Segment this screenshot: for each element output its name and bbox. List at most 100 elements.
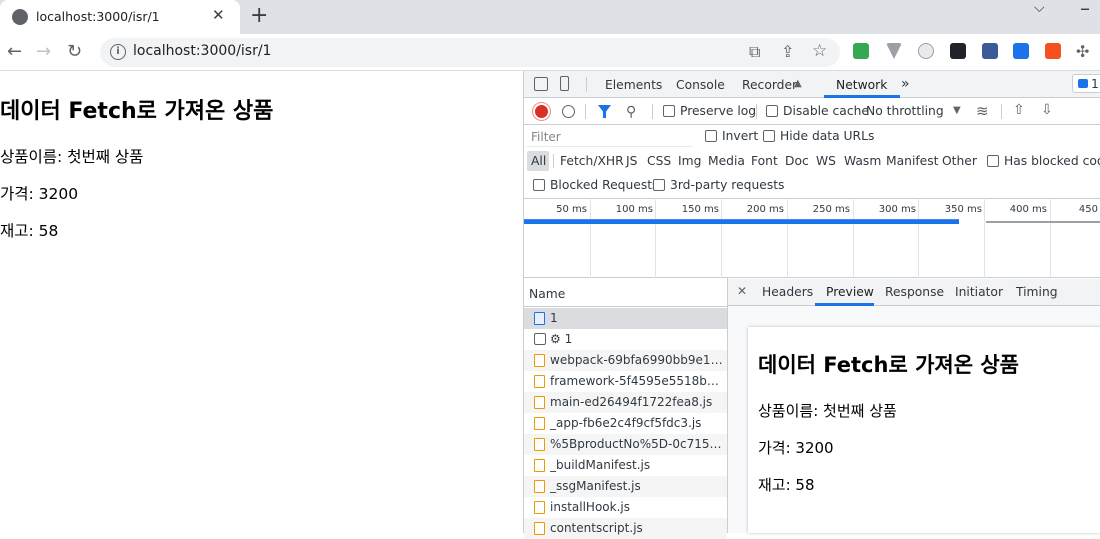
name-header-label: Name <box>529 287 566 301</box>
timeline-tick-label: 350 ms <box>944 204 982 215</box>
type-filter-css[interactable]: CSS <box>647 154 671 168</box>
bookmark-star-icon[interactable]: ☆ <box>812 41 827 61</box>
share-icon[interactable]: ⇪ <box>781 42 794 61</box>
new-tab-button[interactable]: + <box>250 3 268 28</box>
type-filter-doc[interactable]: Doc <box>785 154 809 168</box>
script-file-icon <box>534 522 545 535</box>
blocked-requests-label: Blocked Requests <box>550 178 659 192</box>
timeline-tick-label: 250 ms <box>812 204 850 215</box>
timeline-gridline <box>721 198 722 278</box>
info-icon[interactable]: i <box>110 44 126 60</box>
type-filter-js[interactable]: JS <box>626 154 637 168</box>
extension-rx-icon[interactable] <box>1045 43 1061 59</box>
search-icon[interactable]: ⚲ <box>626 104 636 120</box>
filter-input[interactable]: Filter <box>527 128 692 146</box>
preview-price: 가격: 3200 <box>758 439 834 457</box>
type-filter-other[interactable]: Other <box>942 154 977 168</box>
script-file-icon <box>534 417 545 430</box>
type-filter-media[interactable]: Media <box>708 154 745 168</box>
type-filter-fetch[interactable]: Fetch/XHR <box>560 154 624 168</box>
extension-shield-icon[interactable] <box>1013 43 1029 59</box>
hide-data-urls-checkbox[interactable] <box>763 130 775 142</box>
script-file-icon <box>534 459 545 472</box>
divider <box>1001 104 1002 119</box>
tab-elements[interactable]: Elements <box>605 78 662 92</box>
tab-initiator[interactable]: Initiator <box>955 285 1003 299</box>
timeline-gridline <box>918 198 919 278</box>
tab-close-icon[interactable]: ✕ <box>212 6 225 24</box>
type-filter-wasm[interactable]: Wasm <box>844 154 881 168</box>
script-file-icon <box>534 501 545 514</box>
tab-recorder[interactable]: Recorder <box>742 78 797 92</box>
extension-green-icon[interactable] <box>853 43 869 59</box>
third-party-checkbox[interactable] <box>653 179 665 191</box>
has-blocked-cookies-checkbox[interactable] <box>987 155 999 167</box>
request-name: 1 <box>550 311 558 325</box>
invert-checkbox[interactable] <box>705 130 717 142</box>
reload-icon[interactable]: ↻ <box>67 41 82 62</box>
flask-icon: ▲ <box>794 78 802 89</box>
preserve-log-checkbox[interactable] <box>663 105 675 117</box>
dropdown-arrow-icon[interactable]: ▼ <box>953 105 961 116</box>
disable-cache-checkbox[interactable] <box>766 105 778 117</box>
throttling-select[interactable]: No throttling <box>866 104 944 118</box>
open-in-app-icon[interactable]: ⧉ <box>749 42 760 62</box>
divider <box>756 104 757 119</box>
record-icon[interactable] <box>535 105 548 118</box>
extension-react-icon[interactable] <box>950 43 966 59</box>
blocked-requests-checkbox[interactable] <box>533 179 545 191</box>
devtools-panel: Elements Console Recorder ▲ Network » 1 … <box>523 71 1100 539</box>
timeline-tick-label: 50 ms <box>556 204 587 215</box>
preview-product-name: 상품이름: 첫번째 상품 <box>758 402 897 420</box>
preserve-log-label: Preserve log <box>680 104 757 118</box>
extension-feather-icon[interactable] <box>982 43 998 59</box>
timeline-tick-label: 450 <box>1078 204 1098 215</box>
product-stock-text: 재고: 58 <box>0 222 59 240</box>
divider <box>585 104 586 119</box>
tab-network[interactable]: Network <box>836 78 887 92</box>
script-file-icon <box>534 354 545 367</box>
extensions-puzzle-icon[interactable]: ✣ <box>1076 42 1089 61</box>
url-text[interactable]: localhost:3000/isr/1 <box>133 43 271 59</box>
request-name: _buildManifest.js <box>550 458 651 472</box>
hide-data-urls-label: Hide data URLs <box>780 129 875 143</box>
export-har-icon[interactable]: ⇩ <box>1041 102 1053 118</box>
type-filter-all[interactable]: All <box>531 154 546 168</box>
timeline-gridline <box>984 198 985 278</box>
back-icon[interactable]: ← <box>7 41 22 62</box>
timeline-gridline <box>655 198 656 278</box>
network-conditions-icon[interactable]: ≋ <box>976 102 989 120</box>
document-icon <box>534 312 545 325</box>
timeline-bar-document <box>524 219 959 224</box>
product-name-text: 상품이름: 첫번째 상품 <box>0 148 144 166</box>
timeline-tick-label: 300 ms <box>878 204 916 215</box>
tab-headers[interactable]: Headers <box>762 285 813 299</box>
forward-icon[interactable]: → <box>36 41 51 62</box>
timeline-bar-resources <box>986 221 1100 223</box>
extension-circle-icon[interactable] <box>918 43 934 59</box>
script-file-icon <box>534 375 545 388</box>
tab-preview[interactable]: Preview <box>826 285 874 299</box>
invert-label: Invert <box>722 129 759 143</box>
close-detail-icon[interactable]: ✕ <box>737 284 747 298</box>
chevron-down-icon[interactable]: ⌵ <box>1034 0 1045 16</box>
clear-icon[interactable] <box>562 105 575 118</box>
import-har-icon[interactable]: ⇧ <box>1013 102 1025 118</box>
tab-response[interactable]: Response <box>885 285 944 299</box>
preview-stock: 재고: 58 <box>758 476 815 494</box>
type-filter-ws[interactable]: WS <box>816 154 836 168</box>
issues-count: 1 <box>1091 77 1099 91</box>
type-filter-img[interactable]: Img <box>678 154 701 168</box>
divider <box>553 154 554 168</box>
tab-console[interactable]: Console <box>676 78 725 92</box>
request-checkbox[interactable] <box>534 333 546 345</box>
more-tabs-icon[interactable]: » <box>901 76 910 92</box>
type-filter-manifest[interactable]: Manifest <box>886 154 938 168</box>
tab-timing[interactable]: Timing <box>1016 285 1058 299</box>
timeline-gridline <box>853 198 854 278</box>
request-name: %5BproductNo%5D-0c715160... <box>550 437 725 451</box>
inspect-element-icon[interactable] <box>534 77 548 91</box>
minimize-icon[interactable]: – <box>1080 0 1090 20</box>
device-toolbar-icon[interactable] <box>560 76 569 91</box>
type-filter-font[interactable]: Font <box>751 154 778 168</box>
